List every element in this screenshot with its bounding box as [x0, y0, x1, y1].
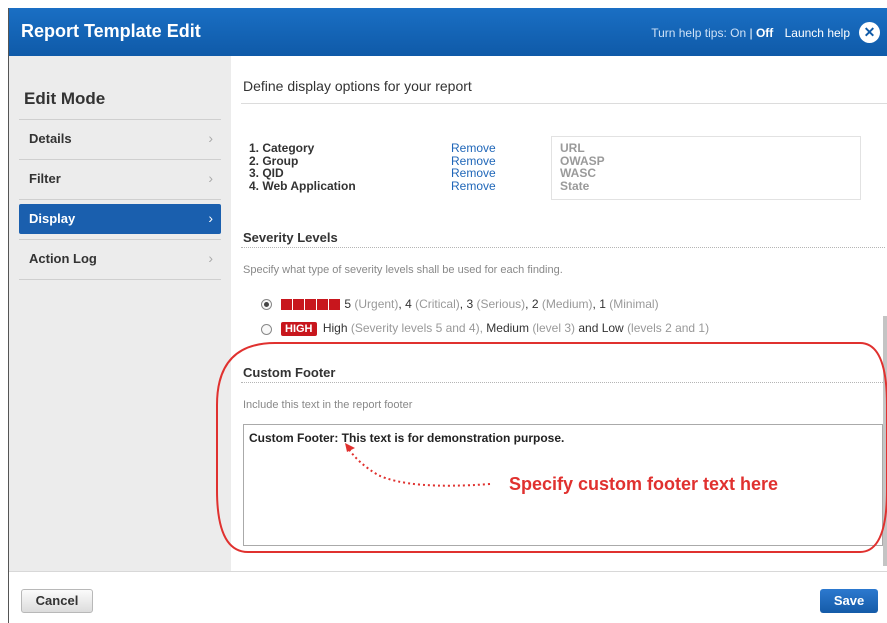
annotation-callout: Specify custom footer text here — [509, 474, 779, 494]
remove-link-qid[interactable]: Remove — [451, 167, 496, 180]
severity-option-high-low: HIGH High (Severity levels 5 and 4), Med… — [281, 321, 709, 336]
available-fields-list: URL OWASP WASC State — [560, 142, 605, 192]
remove-link-category[interactable]: Remove — [451, 142, 496, 155]
sidebar-mode-title: Edit Mode — [24, 89, 106, 108]
sidebar-item-filter[interactable]: Filter › — [19, 164, 221, 194]
severity-high-low-radio[interactable] — [261, 324, 272, 335]
section-divider — [241, 382, 885, 383]
sidebar-item-details[interactable]: Details › — [19, 124, 221, 154]
chevron-right-icon: › — [208, 130, 213, 146]
scrollbar[interactable] — [883, 316, 887, 566]
list-item[interactable]: WASC — [560, 167, 605, 180]
sidebar: Edit Mode Details › Filter › Display › A… — [9, 56, 231, 571]
page-title: Define display options for your report — [243, 78, 472, 94]
sidebar-divider — [19, 199, 221, 200]
sidebar-item-action-log[interactable]: Action Log › — [19, 244, 221, 274]
remove-link-web-application[interactable]: Remove — [451, 179, 496, 193]
available-fields-box: URL OWASP WASC State — [551, 136, 861, 200]
sidebar-item-display[interactable]: Display › — [19, 204, 221, 234]
sidebar-divider — [19, 279, 221, 280]
sidebar-divider — [19, 239, 221, 240]
severity-numeric-radio[interactable] — [261, 299, 272, 310]
sidebar-item-label: Filter — [29, 171, 61, 186]
sidebar-item-label: Action Log — [29, 251, 97, 266]
report-template-edit-dialog: Report Template Edit Turn help tips: On … — [8, 8, 887, 623]
sidebar-divider — [19, 119, 221, 120]
chevron-right-icon: › — [208, 170, 213, 186]
custom-footer-description: Include this text in the report footer — [243, 399, 413, 411]
remove-links: Remove Remove Remove Remove — [451, 142, 496, 192]
sidebar-divider — [19, 159, 221, 160]
sort-order-list: 1. Category 2. Group 3. QID 4. Web Appli… — [249, 142, 356, 192]
launch-help-link[interactable]: Launch help — [785, 26, 850, 40]
cancel-button[interactable]: Cancel — [21, 589, 93, 613]
chevron-right-icon: › — [208, 210, 213, 226]
severity-levels-title: Severity Levels — [243, 230, 338, 245]
help-controls: Turn help tips: On | Off Launch help — [651, 26, 850, 40]
save-button[interactable]: Save — [820, 589, 878, 613]
severity-description: Specify what type of severity levels sha… — [243, 264, 563, 276]
list-item[interactable]: 3. QID — [249, 167, 356, 180]
list-item[interactable]: 1. Category — [249, 142, 356, 155]
high-badge: HIGH — [281, 322, 317, 336]
help-tips-separator: | — [746, 26, 756, 40]
close-icon[interactable]: ✕ — [859, 22, 880, 43]
dialog-title: Report Template Edit — [21, 21, 201, 41]
heading-divider — [241, 103, 887, 104]
list-item[interactable]: URL — [560, 142, 605, 155]
severity-option-numeric: 5 (Urgent), 4 (Critical), 3 (Serious), 2… — [281, 297, 659, 313]
sidebar-item-label: Display — [29, 211, 76, 226]
list-item[interactable]: State — [560, 179, 605, 193]
sidebar-item-label: Details — [29, 131, 72, 146]
help-tips-label: Turn help tips: — [651, 26, 727, 40]
title-bar: Report Template Edit Turn help tips: On … — [9, 8, 887, 56]
help-tips-on[interactable]: On — [730, 26, 746, 40]
severity-bars-icon — [281, 299, 341, 313]
custom-footer-title: Custom Footer — [243, 365, 336, 380]
list-item[interactable]: 4. Web Application — [249, 179, 356, 193]
help-tips-off[interactable]: Off — [756, 26, 773, 40]
chevron-right-icon: › — [208, 250, 213, 266]
main-panel: Define display options for your report 1… — [231, 56, 887, 571]
section-divider — [241, 247, 885, 248]
dialog-footer: Cancel Save — [9, 571, 887, 623]
